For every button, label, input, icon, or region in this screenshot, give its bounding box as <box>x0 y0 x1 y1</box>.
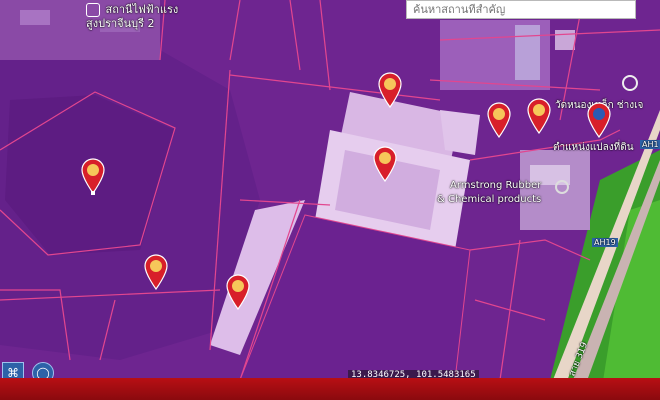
location-pin-icon[interactable] <box>225 274 251 311</box>
location-pin-icon[interactable] <box>377 72 403 109</box>
selected-point-marker <box>91 191 95 195</box>
temple-icon <box>622 75 638 91</box>
location-pin-icon[interactable] <box>486 102 512 139</box>
location-pin-icon[interactable] <box>372 146 398 183</box>
search-box[interactable] <box>406 0 636 19</box>
location-pin-icon[interactable] <box>143 254 169 291</box>
road-ah19-label: AH19 <box>592 238 618 247</box>
location-pin-icon[interactable] <box>80 158 106 195</box>
company-label-line1: Armstrong Rubber <box>450 180 542 191</box>
location-pin-icon[interactable] <box>526 98 552 135</box>
map-base <box>0 0 660 400</box>
substation-label-line2: สูงปราจีนบุรี 2 <box>86 17 155 30</box>
search-input[interactable] <box>413 3 629 16</box>
road-ah1-label: AH1 <box>640 140 660 149</box>
company-label-line2: & Chemical products <box>437 194 542 205</box>
location-circle-icon <box>555 180 569 194</box>
map-viewport[interactable]: สถานีไฟฟ้าแรง สูงปราจีนบุรี 2 Armstrong … <box>0 0 660 400</box>
parcel-position-label: ตำแหน่งแปลงที่ดิน <box>553 142 634 153</box>
location-pin-icon[interactable] <box>586 102 612 139</box>
bottom-bar <box>0 378 660 400</box>
